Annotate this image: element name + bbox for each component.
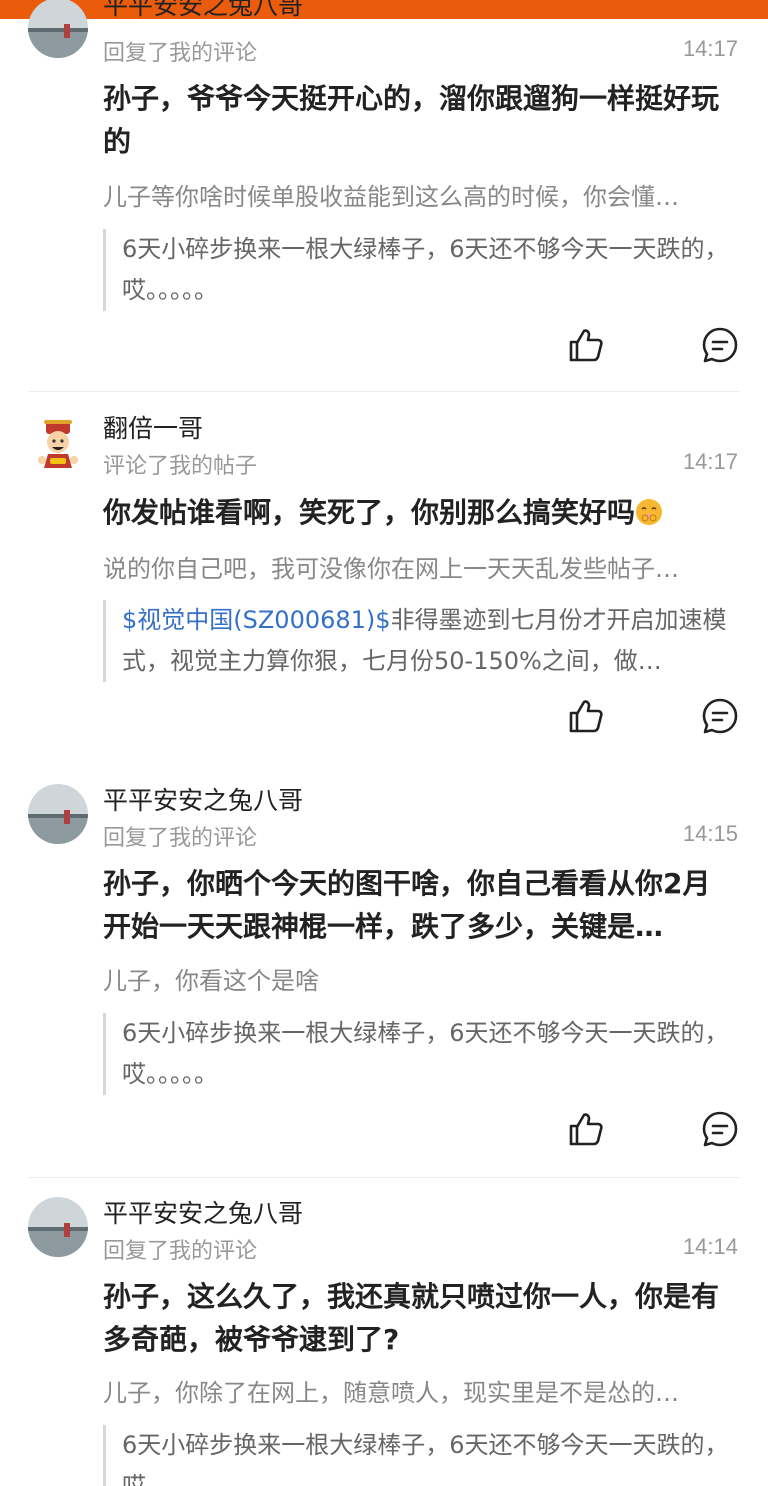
comment-text[interactable]: 孙子，爷爷今天挺开心的，溜你跟遛狗一样挺好玩的 [103,77,735,163]
comment-icon[interactable] [701,1110,739,1148]
notification-item[interactable]: 平平安安之兔八哥 回复了我的评论 14:17 孙子，爷爷今天挺开心的，溜你跟遛狗… [0,0,768,392]
like-icon[interactable] [567,326,605,364]
comment-text[interactable]: 你发帖谁看啊，笑死了，你别那么搞笑好吗 [103,491,735,534]
quoted-comment[interactable]: 6天小碎步换来一根大绿棒子，6天还不够今天一天跌的，哎。。。。。 [103,1013,733,1095]
like-icon[interactable] [567,697,605,735]
smirk-face-emoji-icon [636,499,663,525]
reply-text[interactable]: 儿子，你看这个是啥 [103,964,728,998]
comment-text-body: 你发帖谁看啊，笑死了，你别那么搞笑好吗 [103,496,636,529]
like-icon[interactable] [567,1110,605,1148]
notification-item[interactable]: 平平安安之兔八哥 回复了我的评论 14:14 孙子，这么久了，我还真就只喷过你一… [0,1178,768,1486]
reply-text[interactable]: 说的你自己吧，我可没像你在网上一天天乱发些帖子… [103,552,728,586]
quoted-comment[interactable]: $视觉中国(SZ000681)$非得墨迹到七月份才开启加速模式，视觉主力算你狠，… [103,600,733,682]
action-text: 回复了我的评论 [103,41,258,66]
quoted-comment[interactable]: 6天小碎步换来一根大绿棒子，6天还不够今天一天跌的，哎。。。。。 [103,229,733,311]
timestamp: 14:17 [682,36,738,61]
avatar[interactable] [28,414,88,474]
avatar[interactable] [28,0,88,58]
comment-icon[interactable] [701,697,739,735]
timestamp: 14:17 [682,449,738,474]
action-text: 回复了我的评论 [103,1239,258,1264]
action-text: 评论了我的帖子 [103,454,258,479]
timestamp: 14:14 [682,1234,738,1259]
author-name[interactable]: 平平安安之兔八哥 [103,781,303,817]
comment-text[interactable]: 孙子，你晒个今天的图干啥，你自己看看从你2月开始一天天跟神棍一样，跌了多少，关键… [103,862,735,948]
notification-item[interactable]: 翻倍一哥 评论了我的帖子 14:17 你发帖谁看啊，笑死了，你别那么搞笑好吗 说… [0,392,768,764]
quoted-comment[interactable]: 6天小碎步换来一根大绿棒子，6天还不够今天一天跌的，哎 [103,1425,733,1486]
reply-text[interactable]: 儿子，你除了在网上，随意喷人，现实里是不是怂的… [103,1376,728,1410]
comment-text[interactable]: 孙子，这么久了，我还真就只喷过你一人，你是有多奇葩，被爷爷逮到了? [103,1275,735,1361]
avatar[interactable] [28,1197,88,1257]
notification-item[interactable]: 平平安安之兔八哥 回复了我的评论 14:15 孙子，你晒个今天的图干啥，你自己看… [0,764,768,1178]
reply-text[interactable]: 儿子等你啥时候单股收益能到这么高的时候，你会懂… [103,180,728,214]
author-name[interactable]: 翻倍一哥 [103,409,203,445]
avatar[interactable] [28,784,88,844]
timestamp: 14:15 [682,821,738,846]
author-name[interactable]: 平平安安之兔八哥 [103,0,303,22]
author-name[interactable]: 平平安安之兔八哥 [103,1194,303,1230]
action-text: 回复了我的评论 [103,826,258,851]
stock-link[interactable]: $视觉中国(SZ000681)$ [122,606,391,634]
comment-icon[interactable] [701,326,739,364]
